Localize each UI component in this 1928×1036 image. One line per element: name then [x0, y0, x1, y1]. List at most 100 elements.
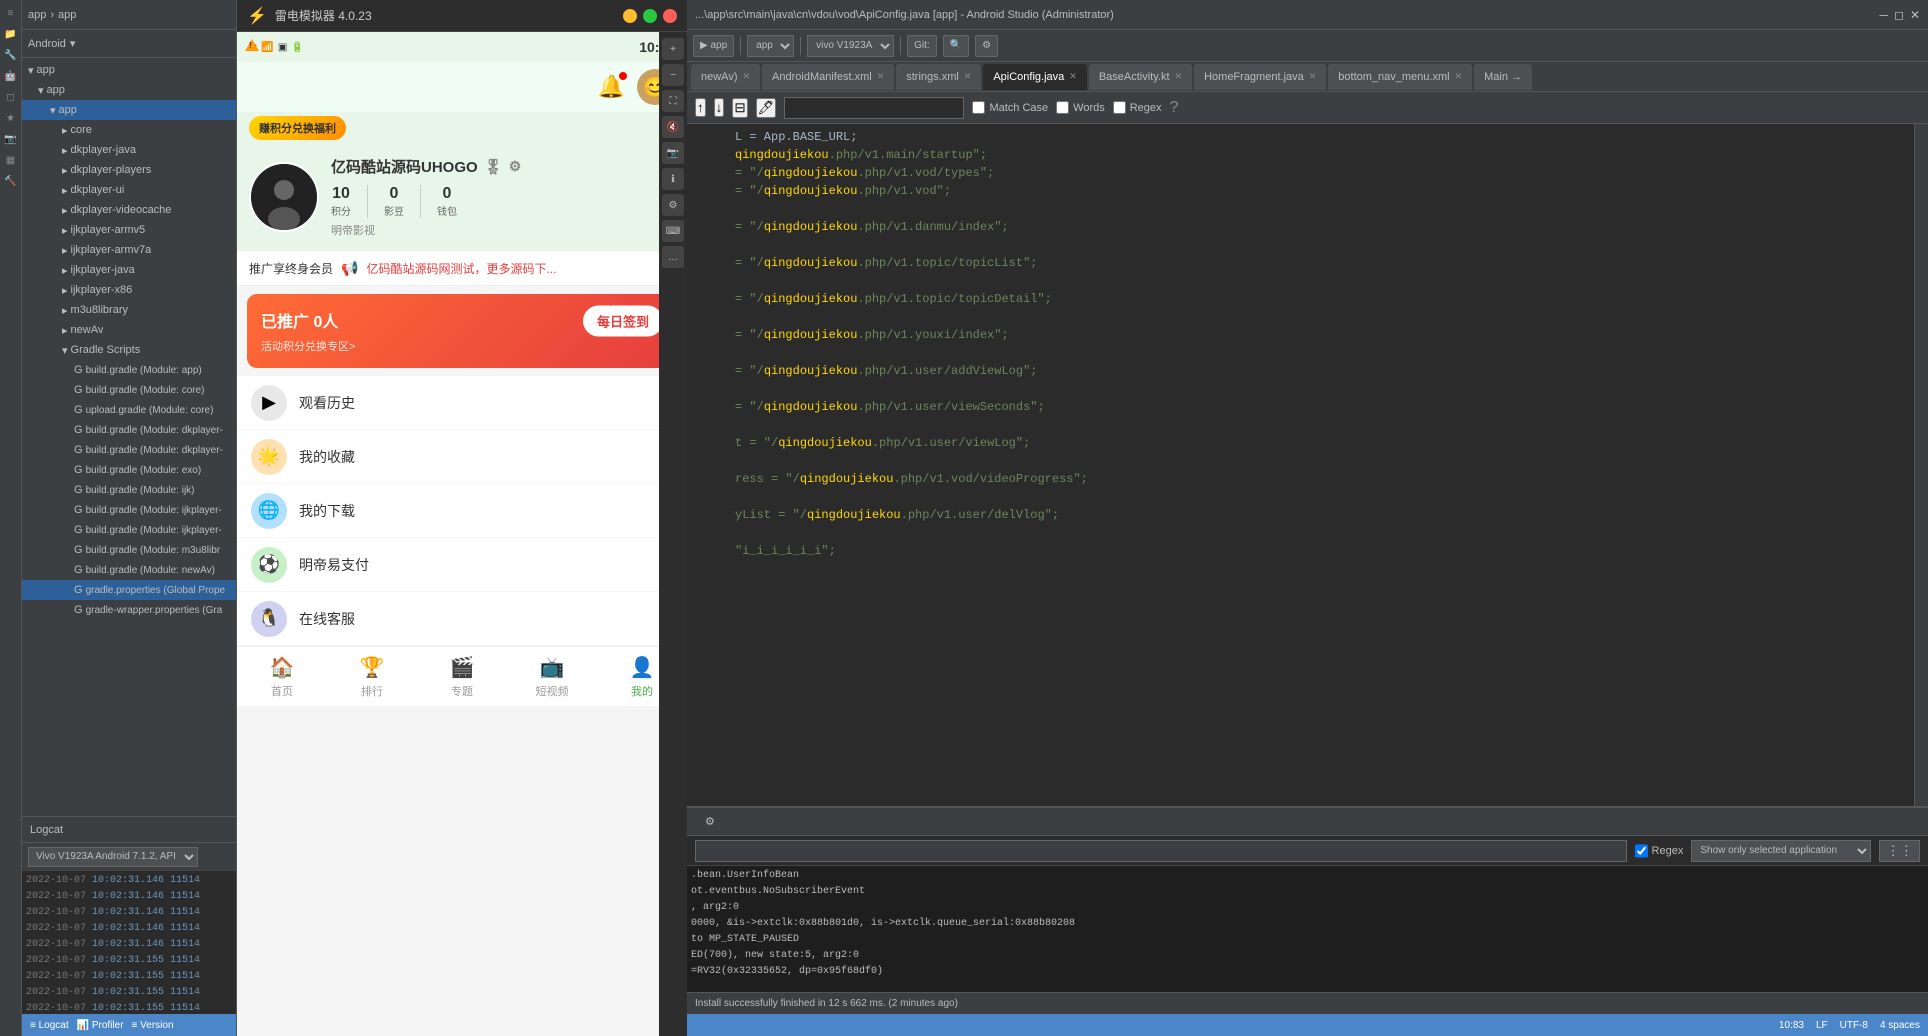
find-next-button[interactable]: ↓ [714, 98, 725, 117]
tab-bottom-nav[interactable]: bottom_nav_menu.xml ✕ [1328, 64, 1472, 90]
tree-item-build-ijk[interactable]: G build.gradle (Module: ijk) [22, 480, 236, 500]
promo-badge[interactable]: 赚积分兑换福利 [249, 116, 346, 140]
tree-item-gradle-scripts[interactable]: ▾ Gradle Scripts [22, 340, 236, 360]
filter-button[interactable]: ⊟ [732, 98, 747, 118]
regex-checkbox-bottom[interactable] [1635, 840, 1648, 862]
find-input[interactable] [784, 97, 964, 119]
highlight-button[interactable]: 🖊 [756, 98, 777, 118]
menu-item-downloads[interactable]: 🌐 我的下载 › [237, 484, 687, 538]
tree-item-upload-core[interactable]: G upload.gradle (Module: core) [22, 400, 236, 420]
bottom-tab-logcat-icon[interactable]: ⚙ [695, 812, 725, 831]
status-position[interactable]: 10:83 [1779, 1020, 1804, 1031]
status-indent[interactable]: 4 spaces [1880, 1020, 1920, 1031]
vivo-selector[interactable]: vivo V1923A [807, 35, 894, 57]
tree-item-ijkplayer-armv5[interactable]: ▸ ijkplayer-armv5 [22, 220, 236, 240]
maximize-button[interactable] [643, 9, 657, 23]
menu-item-history[interactable]: ▶ 观看历史 › [237, 376, 687, 430]
tree-item-m3u8library[interactable]: ▸ m3u8library [22, 300, 236, 320]
win-close-button[interactable]: ✕ [1910, 8, 1920, 22]
tree-item[interactable]: ▾ app [22, 80, 236, 100]
tree-item-gradle-wrapper[interactable]: G gradle-wrapper.properties (Gra [22, 600, 236, 620]
profiler-tab[interactable]: 📊 Profiler [77, 1020, 124, 1031]
find-prev-button[interactable]: ↑ [695, 98, 706, 117]
tree-item-ijkplayer-armv7a[interactable]: ▸ ijkplayer-armv7a [22, 240, 236, 260]
tab-newav[interactable]: newAv) ✕ [691, 64, 760, 90]
device-select[interactable]: Vivo V1923A Android 7.1.2, API [28, 847, 198, 867]
side-icon-fav[interactable]: ★ [2, 109, 20, 127]
android-dropdown[interactable]: Android [28, 38, 66, 50]
settings-button[interactable]: ⚙ [975, 35, 998, 57]
search-everywhere-button[interactable]: 🔍 [943, 35, 969, 57]
sign-in-button[interactable]: 每日签到 [583, 306, 663, 337]
tree-item-build-exo[interactable]: G build.gradle (Module: exo) [22, 460, 236, 480]
tree-item-dkplayer-java[interactable]: ▸ dkplayer-java [22, 140, 236, 160]
side-icon-android[interactable]: 🤖 [2, 67, 20, 85]
editor-scroll-map[interactable] [1914, 124, 1928, 806]
logcat-search-input[interactable] [695, 840, 1627, 862]
sidebar-more[interactable]: … [662, 246, 684, 268]
settings-icon[interactable]: ⚙ [509, 158, 522, 175]
menu-item-support[interactable]: 🐧 在线客服 › [237, 592, 687, 646]
side-icon-resource[interactable]: 🔧 [2, 46, 20, 64]
tab-apiconfig[interactable]: ApiConfig.java ✕ [983, 64, 1086, 90]
sidebar-info[interactable]: ℹ [662, 168, 684, 190]
tab-home[interactable]: 🏠 首页 [237, 655, 327, 699]
regex-checkbox[interactable] [1113, 101, 1126, 114]
tree-item-dkplayer-players[interactable]: ▸ dkplayer-players [22, 160, 236, 180]
match-case-checkbox[interactable] [972, 101, 985, 114]
tree-item-ijkplayer-x86[interactable]: ▸ ijkplayer-x86 [22, 280, 236, 300]
promo-sub-text[interactable]: 活动积分兑换专区> [261, 338, 663, 354]
side-icon-1[interactable]: ≡ [2, 4, 20, 22]
sidebar-settings[interactable]: ⚙ [662, 194, 684, 216]
tab-strings[interactable]: strings.xml ✕ [896, 64, 981, 90]
close-icon[interactable]: ✕ [1175, 71, 1183, 82]
words-checkbox[interactable] [1056, 101, 1069, 114]
side-icon-project2[interactable]: ◻ [2, 88, 20, 106]
sidebar-expand[interactable]: ⛶ [662, 90, 684, 112]
sidebar-keyboard[interactable]: ⌨ [662, 220, 684, 242]
tab-baseactivity[interactable]: BaseActivity.kt ✕ [1089, 64, 1192, 90]
tree-item-build-ijkplayer2[interactable]: G build.gradle (Module: ijkplayer- [22, 520, 236, 540]
device-selector[interactable]: app [747, 35, 794, 57]
show-only-select[interactable]: Show only selected application [1691, 840, 1871, 862]
close-button[interactable] [663, 9, 677, 23]
minimize-button[interactable] [623, 9, 637, 23]
tree-item-build-newav[interactable]: G build.gradle (Module: newAv) [22, 560, 236, 580]
tree-item-build-dkplayer2[interactable]: G build.gradle (Module: dkplayer- [22, 440, 236, 460]
tree-item-dkplayer-ui[interactable]: ▸ dkplayer-ui [22, 180, 236, 200]
side-icon-capture[interactable]: 📷 [2, 130, 20, 148]
close-icon[interactable]: ✕ [742, 71, 750, 82]
menu-item-favorites[interactable]: 🌟 我的收藏 › [237, 430, 687, 484]
tree-item-newav[interactable]: ▸ newAv [22, 320, 236, 340]
tree-item-build-app[interactable]: G build.gradle (Module: app) [22, 360, 236, 380]
notification-bell[interactable]: 🔔 [598, 74, 625, 100]
close-icon[interactable]: ✕ [1455, 71, 1463, 82]
tree-item-gradle-properties[interactable]: G gradle.properties (Global Prope [22, 580, 236, 600]
tree-item-core[interactable]: ▸ core [22, 120, 236, 140]
sidebar-camera[interactable]: 📷 [662, 142, 684, 164]
tab-shorts[interactable]: 📺 短视频 [507, 655, 597, 699]
tree-item-build-ijkplayer1[interactable]: G build.gradle (Module: ijkplayer- [22, 500, 236, 520]
tree-item-build-core[interactable]: G build.gradle (Module: core) [22, 380, 236, 400]
tab-topics[interactable]: 🎬 专题 [417, 655, 507, 699]
tree-item-dkplayer-videocache[interactable]: ▸ dkplayer-videocache [22, 200, 236, 220]
logcat-dots-button[interactable]: ⋮⋮ [1879, 840, 1920, 862]
side-icon-project[interactable]: 📁 [2, 25, 20, 43]
sidebar-volume-down[interactable]: − [662, 64, 684, 86]
version-tab[interactable]: ≡ Version [132, 1020, 174, 1031]
tree-item-ijkplayer-java[interactable]: ▸ ijkplayer-java [22, 260, 236, 280]
question-icon[interactable]: ? [1170, 99, 1179, 117]
logcat-bottom-tab[interactable]: ≡ Logcat [30, 1020, 69, 1031]
status-lf[interactable]: LF [1816, 1020, 1828, 1031]
code-area[interactable]: L = App.BASE_URL; qingdoujiekou.php/v1.m… [687, 124, 1914, 806]
status-encoding[interactable]: UTF-8 [1840, 1020, 1868, 1031]
user-avatar[interactable] [249, 162, 319, 232]
win-minimize-button[interactable]: ─ [1879, 8, 1888, 22]
side-icon-build[interactable]: 🔨 [2, 172, 20, 190]
tree-item-build-dkplayer1[interactable]: G build.gradle (Module: dkplayer- [22, 420, 236, 440]
menu-item-payment[interactable]: ⚽ 明帝易支付 › [237, 538, 687, 592]
sidebar-volume-up[interactable]: + [662, 38, 684, 60]
close-icon[interactable]: ✕ [877, 71, 885, 82]
run-button[interactable]: ▶ app [693, 35, 734, 57]
win-restore-button[interactable]: ◻ [1894, 8, 1904, 22]
